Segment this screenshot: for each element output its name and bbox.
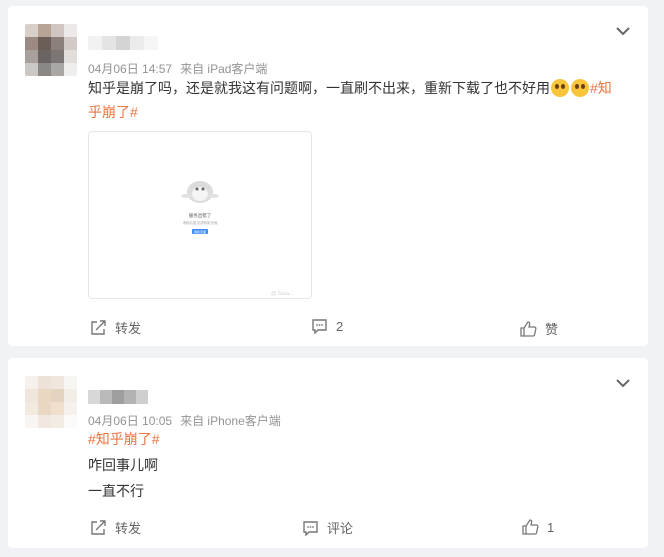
repost-label: 转发 — [115, 321, 142, 336]
weibo-post: 04月06日 14:57 来自 iPad客户端 知乎是崩了吗，还是就我这有问题啊，… — [8, 6, 648, 346]
post-source: 来自 iPad客户端 — [180, 62, 268, 76]
comment-button[interactable]: 2 — [311, 318, 343, 334]
comment-button[interactable]: 评论 — [302, 518, 353, 537]
post-image[interactable]: 服务出错了 请稍后重试或刷新页面 刷新页面 @ Saca... — [88, 131, 312, 299]
post-topic-line: #知乎崩了# — [88, 427, 160, 451]
comment-label: 评论 — [327, 521, 354, 536]
like-button[interactable]: 1 — [522, 519, 554, 535]
post-text-line2: 乎崩了# — [88, 100, 138, 124]
post-meta: 04月06日 14:57 来自 iPad客户端 — [88, 60, 275, 77]
comment-count: 2 — [336, 318, 344, 334]
post-time[interactable]: 04月06日 14:57 — [88, 62, 172, 76]
chevron-down-icon[interactable] — [616, 378, 630, 388]
like-button[interactable]: 赞 — [520, 319, 558, 338]
topic-tag-part1[interactable]: #知 — [590, 80, 612, 96]
dizzy-emoji-icon — [551, 79, 569, 97]
chevron-down-icon[interactable] — [616, 26, 630, 36]
repost-icon — [91, 519, 106, 535]
username-blurred[interactable] — [88, 36, 158, 50]
post-text-line2: 一直不行 — [88, 483, 144, 499]
repost-label: 转发 — [115, 521, 142, 536]
thinking-emoji-icon — [571, 79, 589, 97]
comment-icon — [303, 520, 318, 536]
post-source: 来自 iPhone客户端 — [180, 414, 281, 428]
avatar[interactable] — [25, 376, 77, 428]
username-blurred[interactable] — [88, 390, 148, 404]
image-watermark: @ Saca... — [271, 291, 293, 297]
image-error-button: 刷新页面 — [194, 229, 206, 234]
post-time[interactable]: 04月06日 10:05 — [88, 414, 172, 428]
post-text: 知乎是崩了吗，还是就我这有问题啊，一直刷不出来，重新下载了也不好用 #知 — [88, 76, 633, 100]
repost-button[interactable]: 转发 — [90, 518, 141, 537]
post-text-line1: 知乎是崩了吗，还是就我这有问题啊，一直刷不出来，重新下载了也不好用 — [88, 80, 550, 96]
repost-icon — [91, 319, 106, 335]
repost-button[interactable]: 转发 — [90, 318, 141, 337]
avatar[interactable] — [25, 24, 77, 76]
image-error-title: 服务出错了 — [189, 212, 212, 219]
like-count: 1 — [547, 519, 555, 535]
weibo-post: 04月06日 10:05 来自 iPhone客户端 #知乎崩了# 咋回事儿啊 一直… — [8, 358, 648, 548]
topic-tag[interactable]: #知乎崩了# — [88, 431, 160, 447]
like-icon — [520, 320, 537, 337]
post-text-line1: 咋回事儿啊 — [88, 457, 158, 473]
like-icon — [522, 519, 539, 535]
topic-tag-part2[interactable]: 乎崩了# — [88, 104, 138, 120]
error-page-illustration: 服务出错了 请稍后重试或刷新页面 刷新页面 @ Saca... — [181, 181, 293, 297]
like-label: 赞 — [545, 322, 559, 337]
comment-icon — [312, 319, 327, 334]
image-error-subtitle: 请稍后重试或刷新页面 — [183, 220, 218, 225]
